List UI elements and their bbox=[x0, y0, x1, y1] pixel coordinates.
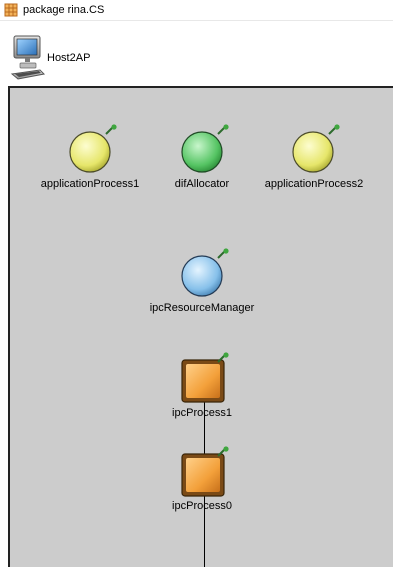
submodule-dif-allocator[interactable] bbox=[180, 124, 236, 176]
package-icon bbox=[4, 3, 18, 17]
submodule-ipc-process-0[interactable] bbox=[180, 446, 236, 498]
ipc-resource-manager-label: ipcResourceManager bbox=[149, 302, 255, 314]
orange-box-icon bbox=[181, 352, 229, 403]
submodule-application-process-2[interactable] bbox=[291, 124, 347, 176]
host-module-header: Host2AP bbox=[0, 34, 393, 82]
application-process-2-label: applicationProcess2 bbox=[264, 178, 364, 190]
yellow-sphere-icon bbox=[292, 124, 340, 173]
module-editor: package rina.CS Host2AP applicationProce… bbox=[0, 0, 393, 567]
submodule-application-process-1[interactable] bbox=[68, 124, 124, 176]
submodule-ipc-resource-manager[interactable] bbox=[180, 248, 236, 300]
yellow-sphere-icon bbox=[69, 124, 117, 173]
ipc-process-1-label: ipcProcess1 bbox=[172, 407, 232, 419]
dif-allocator-label: difAllocator bbox=[174, 178, 230, 190]
blue-sphere-icon bbox=[181, 248, 229, 297]
green-sphere-icon bbox=[181, 124, 229, 173]
host-label: Host2AP bbox=[47, 52, 91, 64]
package-header: package rina.CS bbox=[0, 0, 393, 21]
ipc-process-0-label: ipcProcess0 bbox=[172, 500, 232, 512]
computer-icon bbox=[10, 35, 46, 80]
package-label: package rina.CS bbox=[23, 4, 105, 16]
application-process-1-label: applicationProcess1 bbox=[40, 178, 140, 190]
submodule-ipc-process-1[interactable] bbox=[180, 352, 236, 404]
orange-box-icon bbox=[181, 446, 229, 497]
